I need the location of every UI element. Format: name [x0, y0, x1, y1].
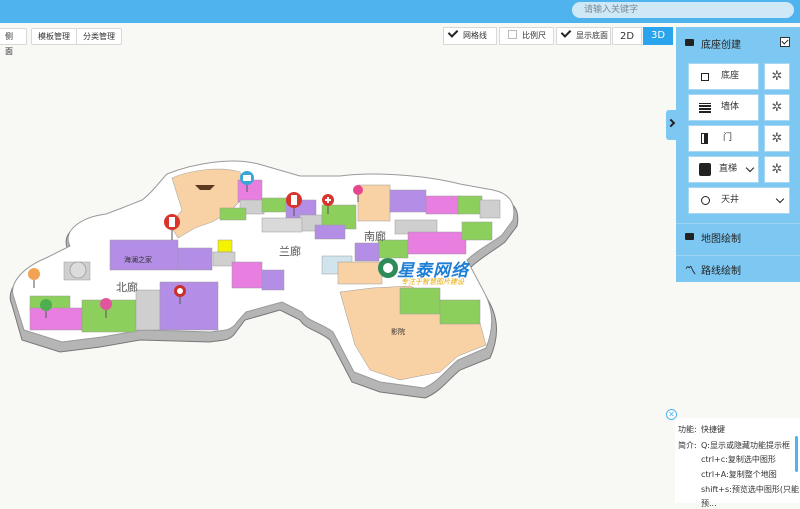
- zone-green-n4: [261, 197, 289, 213]
- zone-green-s1: [399, 287, 441, 315]
- panel-item-elevator-label: 直梯: [719, 164, 738, 174]
- route-icon: 〽: [685, 264, 696, 277]
- zone-yellow-w3: [217, 239, 233, 253]
- zone-gray-w11: [135, 289, 161, 331]
- function-value: 快捷键: [701, 425, 725, 434]
- zone-pink-n17: [407, 231, 467, 255]
- zone-pink-w9: [29, 307, 83, 331]
- zone-purple-n19: [354, 242, 380, 262]
- label-cinema: 影院: [391, 328, 405, 336]
- gear-icon: ✲: [771, 69, 783, 84]
- base-section-checkbox[interactable]: [780, 37, 790, 47]
- zone-green-s2: [439, 299, 481, 325]
- gear-icon: ✲: [771, 100, 783, 115]
- function-label: 功能:: [678, 425, 697, 434]
- zone-green-n3: [219, 207, 247, 221]
- circle-icon: [701, 196, 710, 205]
- label-lan-corridor: 兰廊: [279, 245, 301, 258]
- zone-gray-n14: [479, 199, 501, 219]
- door-icon: [701, 133, 708, 144]
- panel-item-wall-label: 墙体: [721, 102, 740, 112]
- zone-pink-w5: [231, 261, 263, 289]
- atrium-circle: [69, 261, 87, 279]
- zone-purple-w12: [159, 281, 219, 331]
- briefcase-icon: [685, 233, 694, 240]
- info-scrollbar[interactable]: [795, 436, 798, 472]
- shortcut-line: ctrl+c:复制选中图形: [701, 455, 776, 464]
- shortcut-line: shift+s:预览选中图形(只能: [701, 485, 799, 494]
- wall-icon: [699, 103, 711, 113]
- route-section-title: 路线绘制: [701, 266, 741, 277]
- chevron-down-icon: [775, 194, 785, 204]
- base-section-title: 底座创建: [701, 40, 741, 51]
- zone-peach-n21: [337, 261, 383, 285]
- label-north-corridor: 北廊: [116, 281, 138, 294]
- gear-icon: ✲: [771, 162, 783, 177]
- zone-gray-n9: [261, 217, 303, 233]
- elevator-icon: [699, 163, 711, 176]
- shortcut-line: Q:显示或隐藏功能提示框: [701, 441, 790, 450]
- close-icon: ✕: [668, 410, 675, 419]
- briefcase-icon: [685, 39, 694, 46]
- door-settings-button[interactable]: ✲: [764, 125, 790, 152]
- intro-label: 简介:: [678, 441, 697, 450]
- square-icon: [701, 73, 709, 81]
- right-panel: 底座创建 底座 ✲ 墙体 ✲ 门 ✲ 直梯 ✲ 天井 地图绘制 〽 路线绘制: [676, 27, 800, 282]
- check-icon: [781, 37, 789, 45]
- watermark-subtitle: 专注于智慧图片建设: [401, 278, 464, 286]
- zone-pink-n12: [425, 195, 461, 215]
- panel-item-door[interactable]: 门: [688, 125, 759, 152]
- map-pin-watermark-icon: [378, 258, 398, 278]
- panel-item-atrium[interactable]: 天井: [688, 187, 790, 214]
- panel-item-atrium-label: 天井: [721, 195, 740, 205]
- zone-purple-n8: [314, 224, 346, 240]
- base-settings-button[interactable]: ✲: [764, 63, 790, 90]
- chevron-right-icon: [666, 118, 676, 128]
- shortcut-line: ctrl+A:复制整个地图: [701, 470, 777, 479]
- shortcut-info-panel: 功能: 快捷键 简介: Q:显示或隐藏功能提示框 ctrl+c:复制选中图形 c…: [675, 418, 800, 508]
- panel-item-base[interactable]: 底座: [688, 63, 759, 90]
- wall-settings-button[interactable]: ✲: [764, 94, 790, 121]
- panel-item-door-label: 门: [723, 133, 733, 143]
- chevron-down-icon: [745, 163, 755, 173]
- zone-gray-w4: [212, 251, 236, 267]
- shortcut-line: 预...: [701, 499, 717, 508]
- elevator-settings-button[interactable]: ✲: [764, 156, 790, 183]
- route-section-header[interactable]: 〽 路线绘制: [676, 255, 800, 282]
- zone-purple-n11: [389, 189, 427, 213]
- map-section-title: 地图绘制: [701, 234, 741, 245]
- gear-icon: ✲: [771, 131, 783, 146]
- panel-collapse-handle[interactable]: [666, 110, 676, 140]
- label-south-corridor: 南廊: [364, 230, 386, 243]
- zone-green-n13: [457, 195, 483, 215]
- zone-purple-w2: [177, 247, 213, 271]
- zone-green-n18: [461, 221, 493, 241]
- zone-purple-w6: [261, 269, 285, 291]
- panel-item-wall[interactable]: 墙体: [688, 94, 759, 121]
- label-shop-name: 海澜之家: [124, 256, 152, 264]
- panel-item-base-label: 底座: [721, 71, 740, 81]
- panel-item-elevator[interactable]: 直梯: [688, 156, 759, 183]
- map-section-header[interactable]: 地图绘制: [676, 223, 800, 250]
